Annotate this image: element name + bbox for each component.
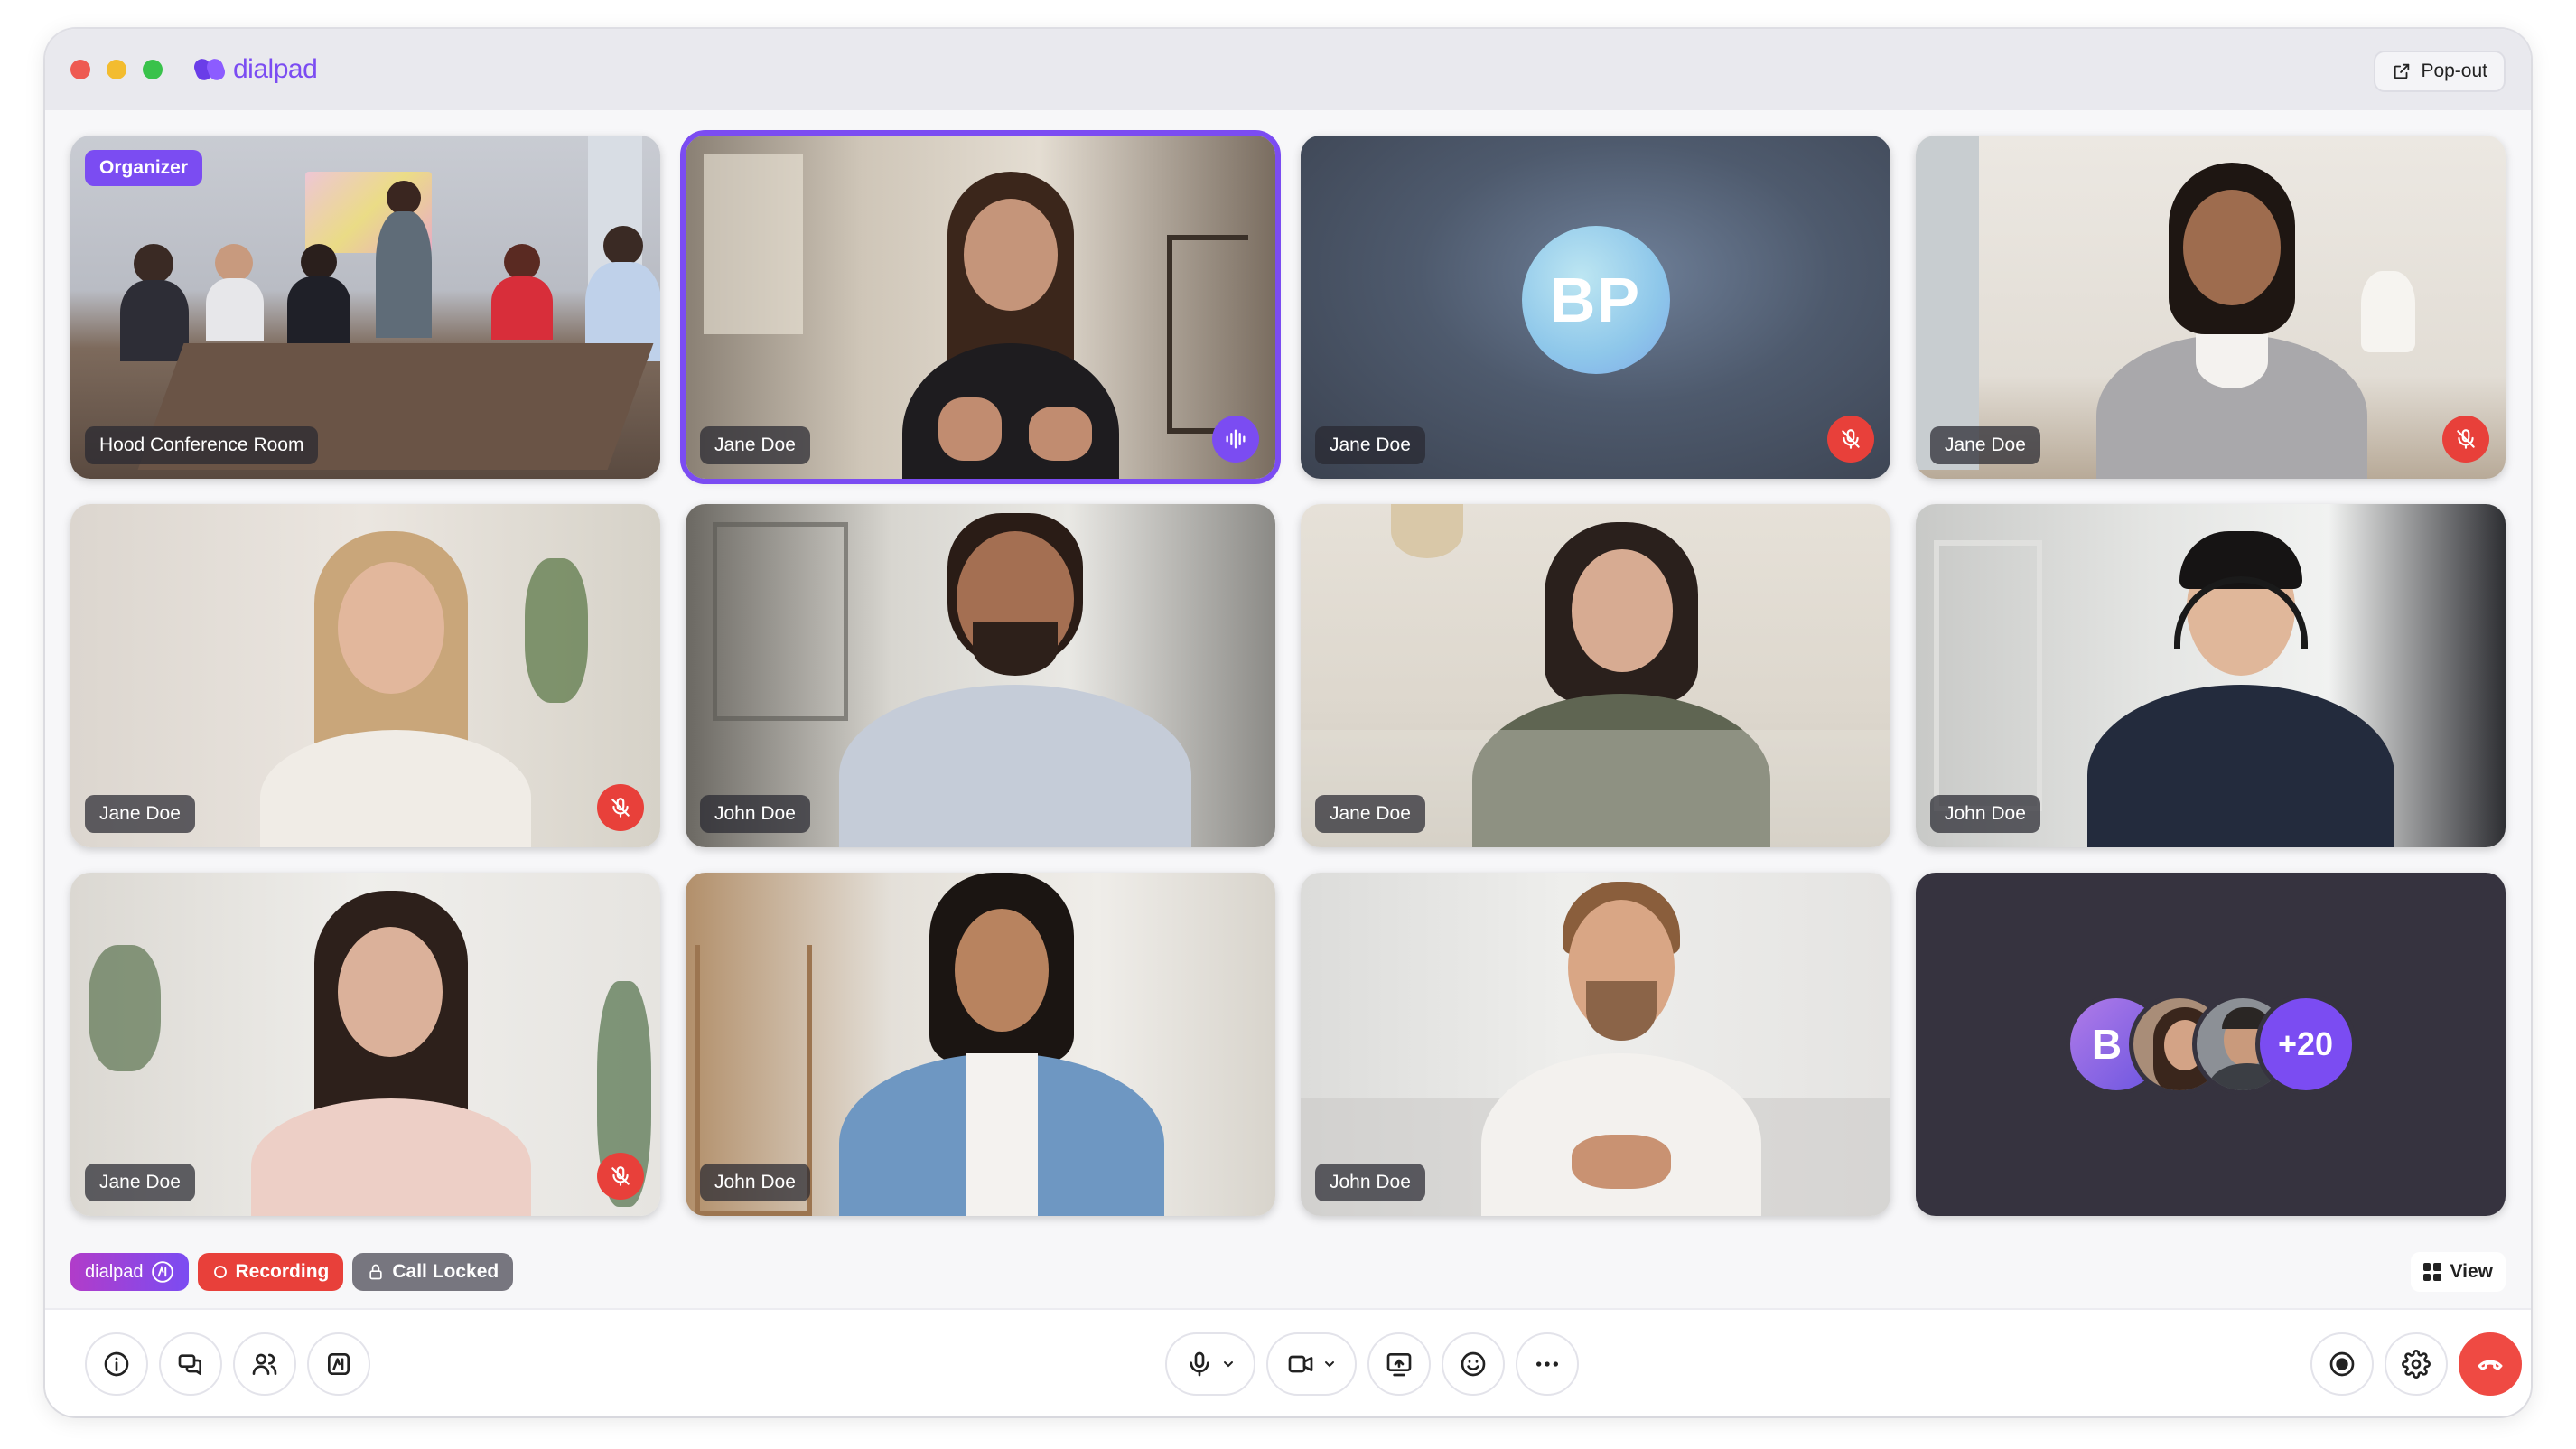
ai-sparkle-icon [328, 1353, 350, 1375]
participant-tile[interactable]: Jane Doe [70, 504, 660, 847]
reactions-button[interactable] [1442, 1332, 1505, 1396]
ai-icon [151, 1261, 173, 1283]
participant-tile[interactable]: John Doe [686, 873, 1275, 1216]
call-controls [45, 1308, 2531, 1416]
participant-name: Jane Doe [85, 795, 195, 833]
organizer-badge: Organizer [85, 150, 203, 186]
more-participants-count: +20 [2254, 994, 2357, 1095]
title-bar: dialpad Pop-out [45, 29, 2531, 110]
camera-button[interactable] [1266, 1332, 1357, 1396]
view-label: View [2450, 1261, 2493, 1282]
participant-name: John Doe [700, 795, 810, 833]
participant-tile[interactable]: Jane Doe [1301, 504, 1890, 847]
participant-name: John Doe [1315, 1164, 1425, 1201]
info-icon [104, 1351, 129, 1377]
participants-button[interactable] [233, 1332, 296, 1396]
microphone-button[interactable] [1165, 1332, 1255, 1396]
end-call-button[interactable] [2459, 1332, 2522, 1396]
call-status-bar: dialpad Recording Call Locked View [70, 1250, 2506, 1294]
participant-name: John Doe [700, 1164, 810, 1201]
muted-indicator [1827, 416, 1874, 463]
maximize-window-button[interactable] [143, 60, 163, 79]
grid-view-icon [2422, 1263, 2441, 1281]
chevron-down-icon [1224, 1361, 1233, 1368]
participant-tile[interactable]: Jane Doe [70, 873, 660, 1216]
muted-indicator [597, 1153, 644, 1200]
avatar-stack: B +20 [2065, 994, 2357, 1095]
view-button[interactable]: View [2410, 1252, 2506, 1292]
participant-name: Hood Conference Room [85, 426, 319, 464]
settings-button[interactable] [2385, 1332, 2448, 1396]
participant-tile-active-speaker[interactable]: Jane Doe [680, 130, 1281, 484]
people-icon [252, 1353, 277, 1375]
dialpad-ai-label: dialpad [85, 1261, 144, 1282]
video-grid: Organizer Hood Conference Room Jane Doe … [70, 130, 2506, 1216]
ai-assist-button[interactable] [307, 1332, 370, 1396]
recording-pill[interactable]: Recording [197, 1253, 344, 1291]
call-locked-pill[interactable]: Call Locked [352, 1253, 514, 1291]
video-camera-icon [1288, 1355, 1313, 1373]
participant-name: Jane Doe [1315, 795, 1425, 833]
participant-tile[interactable]: John Doe [1916, 504, 2506, 847]
window-controls [70, 60, 163, 79]
meeting-window: dialpad Pop-out Organizer Hood Conferenc… [45, 29, 2531, 1416]
more-participants-tile[interactable]: B +20 [1916, 873, 2506, 1216]
emoji-icon [1461, 1351, 1486, 1377]
participant-name: Jane Doe [700, 426, 810, 464]
minimize-window-button[interactable] [107, 60, 126, 79]
muted-indicator [597, 784, 644, 831]
more-horizontal-icon [1536, 1361, 1558, 1367]
mic-off-icon [611, 798, 630, 818]
screen-share-icon [1386, 1353, 1412, 1377]
microphone-icon [1190, 1351, 1209, 1377]
participant-name: Jane Doe [1930, 426, 2040, 464]
speaking-indicator [1212, 416, 1259, 463]
dialpad-ai-pill[interactable]: dialpad [70, 1253, 189, 1291]
mic-off-icon [1842, 429, 1860, 449]
hang-up-icon [2478, 1360, 2503, 1370]
lock-icon [369, 1264, 383, 1280]
participant-name: Jane Doe [85, 1164, 195, 1201]
record-icon [2329, 1351, 2355, 1377]
mic-off-icon [611, 1166, 630, 1186]
participant-tile[interactable]: John Doe [1301, 873, 1890, 1216]
record-icon [213, 1266, 227, 1278]
recording-label: Recording [235, 1261, 330, 1282]
muted-indicator [2442, 416, 2489, 463]
gear-icon [2402, 1350, 2431, 1379]
popout-label: Pop-out [2421, 61, 2487, 81]
info-button[interactable] [85, 1332, 148, 1396]
screen-share-button[interactable] [1367, 1332, 1431, 1396]
chat-icon [178, 1354, 201, 1375]
brand-name: dialpad [233, 54, 318, 84]
audio-waveform-icon [1226, 429, 1246, 449]
popout-button[interactable]: Pop-out [2374, 51, 2506, 92]
call-locked-label: Call Locked [392, 1261, 499, 1282]
brand: dialpad [191, 54, 318, 85]
participant-tile[interactable]: Organizer Hood Conference Room [70, 136, 660, 479]
dialpad-logo-icon [191, 56, 228, 83]
participant-name: Jane Doe [1315, 426, 1425, 464]
chevron-down-icon [1325, 1361, 1334, 1368]
external-link-icon [2394, 63, 2410, 79]
more-options-button[interactable] [1516, 1332, 1579, 1396]
participant-tile[interactable]: Jane Doe [1916, 136, 2506, 479]
participant-tile[interactable]: John Doe [686, 504, 1275, 847]
record-button[interactable] [2310, 1332, 2374, 1396]
participant-tile[interactable]: BP Jane Doe [1301, 136, 1890, 479]
avatar-initials: BP [1521, 226, 1670, 374]
participant-name: John Doe [1930, 795, 2040, 833]
mic-off-icon [2457, 429, 2475, 449]
close-window-button[interactable] [70, 60, 90, 79]
chat-button[interactable] [159, 1332, 222, 1396]
